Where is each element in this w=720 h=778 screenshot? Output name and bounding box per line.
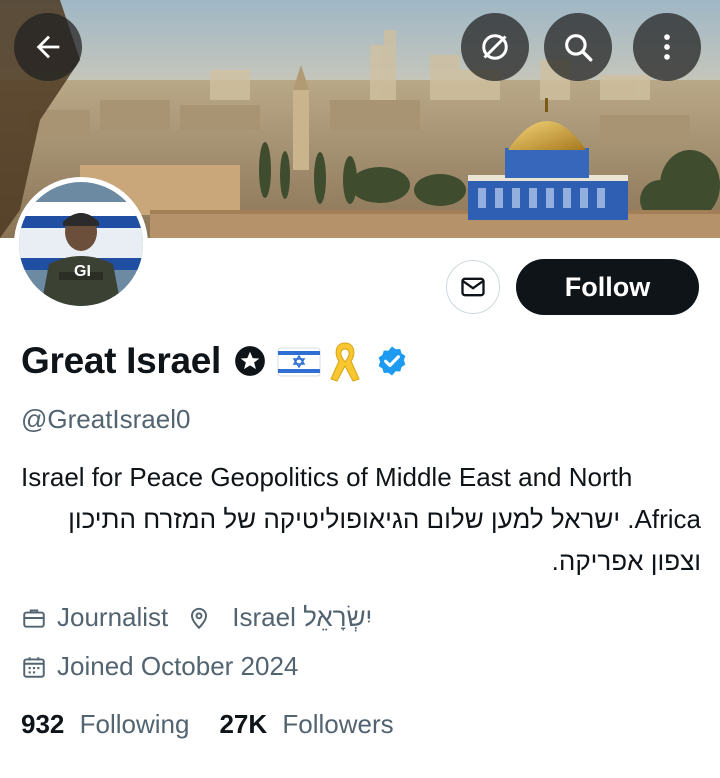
followers-link[interactable]: 27K Followers: [219, 709, 393, 740]
profile-bio: Israel for Peace Geopolitics of Middle E…: [21, 456, 701, 582]
profile-category: Journalist: [57, 602, 169, 632]
location-pin-icon: [191, 607, 208, 629]
yellow-ribbon-emoji: [330, 342, 360, 382]
more-button[interactable]: [633, 13, 701, 81]
more-vertical-icon: [664, 34, 670, 60]
back-button[interactable]: [14, 13, 82, 81]
arrow-left-icon: [36, 35, 60, 59]
followers-label: Followers: [282, 709, 394, 739]
star-badge-icon: [235, 346, 265, 376]
mute-button[interactable]: [461, 13, 529, 81]
message-button[interactable]: [446, 260, 500, 314]
bio-line-2: Africa. ישראל למען שלום הגיאופוליטיקה של…: [68, 504, 701, 534]
profile-name: Great Israel: [21, 340, 222, 381]
profile-handle: @GreatIsrael0: [21, 404, 191, 434]
profile-joined-date: Joined October 2024: [57, 651, 299, 681]
mute-icon: [482, 34, 508, 60]
followers-count: 27K: [219, 709, 268, 739]
avatar-logo-text: GI: [74, 263, 91, 280]
profile-stats: 932 Following 27K Followers: [21, 709, 394, 740]
calendar-icon: [23, 656, 45, 678]
search-icon: [565, 34, 593, 62]
search-button[interactable]: [544, 13, 612, 81]
follow-button[interactable]: Follow: [516, 259, 699, 315]
bio-line-3: וצפון אפריקה.: [551, 546, 701, 576]
briefcase-icon: [23, 608, 45, 628]
following-count: 932: [21, 709, 65, 739]
verified-badge-icon[interactable]: [375, 344, 409, 378]
avatar-image: [19, 182, 143, 306]
envelope-icon: [461, 277, 485, 297]
bio-line-1: Israel for Peace Geopolitics of Middle E…: [21, 462, 633, 492]
profile-meta-row: Journalist Israel יִשְׂרָאֵל: [21, 602, 372, 633]
avatar[interactable]: GI: [14, 177, 148, 311]
following-link[interactable]: 932 Following: [21, 709, 189, 740]
profile-name-row: Great Israel: [21, 335, 409, 387]
israel-flag-emoji: [277, 347, 321, 377]
profile-location: Israel יִשְׂרָאֵל: [232, 602, 373, 632]
following-label: Following: [79, 709, 190, 739]
profile-joined-row: Joined October 2024: [21, 651, 298, 682]
